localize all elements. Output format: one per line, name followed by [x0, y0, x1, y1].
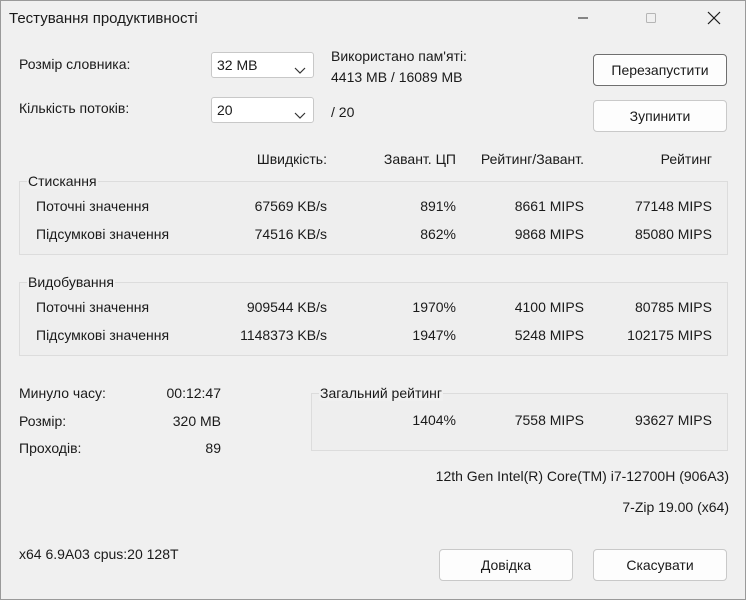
- compression-total-cpu: 862%: [420, 226, 456, 242]
- chevron-down-icon: [294, 107, 306, 123]
- thread-count-label: Кількість потоків:: [19, 100, 130, 116]
- decompression-total-cpu: 1947%: [412, 327, 456, 343]
- elapsed-time-value: 00:12:47: [166, 385, 222, 401]
- help-button[interactable]: Довідка: [439, 549, 573, 581]
- decompression-total-rating: 102175 MIPS: [627, 327, 712, 343]
- elapsed-time-label: Минуло часу:: [19, 385, 106, 401]
- cancel-button[interactable]: Скасувати: [593, 549, 727, 581]
- column-speed: Швидкість:: [256, 151, 327, 167]
- compression-current-cpu: 891%: [420, 198, 456, 214]
- memory-used-value: 4413 MB / 16089 MB: [331, 69, 463, 85]
- dictionary-size-label: Розмір словника:: [19, 56, 131, 72]
- minimize-button[interactable]: [560, 1, 606, 35]
- decompression-current-rating: 80785 MIPS: [634, 299, 712, 315]
- compression-group: [19, 181, 728, 255]
- close-icon: [707, 11, 721, 25]
- compression-total-rpu: 9868 MIPS: [514, 226, 584, 242]
- column-rating: Рейтинг: [660, 151, 712, 167]
- column-cpu-usage: Завант. ЦП: [383, 151, 456, 167]
- passes-value: 89: [205, 440, 221, 456]
- compression-total-label: Підсумкові значення: [36, 226, 170, 242]
- decompression-label: Видобування: [27, 274, 115, 290]
- thread-total: / 20: [331, 104, 355, 120]
- stop-button[interactable]: Зупинити: [593, 100, 727, 132]
- column-rating-per-usage: Рейтинг/Завант.: [480, 151, 584, 167]
- compression-label: Стискання: [27, 173, 98, 189]
- dictionary-size-select[interactable]: 32 MB: [211, 52, 314, 78]
- maximize-button: [628, 1, 674, 35]
- dictionary-size-value: 32 MB: [217, 57, 258, 73]
- total-rpu: 7558 MIPS: [514, 412, 584, 428]
- restart-button[interactable]: Перезапустити: [593, 54, 727, 86]
- compression-current-rpu: 8661 MIPS: [514, 198, 584, 214]
- compression-current-label: Поточні значення: [36, 198, 150, 214]
- decompression-total-label: Підсумкові значення: [36, 327, 170, 343]
- cpu-name: 12th Gen Intel(R) Core(TM) i7-12700H (90…: [435, 468, 729, 484]
- title-bar: Тестування продуктивності: [1, 1, 745, 35]
- close-button[interactable]: [691, 1, 737, 35]
- decompression-current-speed: 909544 KB/s: [246, 299, 327, 315]
- decompression-group: [19, 282, 728, 356]
- chevron-down-icon: [294, 62, 306, 78]
- compression-total-rating: 85080 MIPS: [634, 226, 712, 242]
- thread-count-select[interactable]: 20: [211, 97, 314, 123]
- passes-label: Проходів:: [19, 440, 82, 456]
- window-title: Тестування продуктивності: [9, 10, 198, 27]
- memory-used-label: Використано пам'яті:: [331, 48, 467, 64]
- minimize-icon: [577, 12, 589, 24]
- total-rating: 93627 MIPS: [634, 412, 712, 428]
- thread-count-value: 20: [217, 102, 233, 118]
- benchmark-window: Тестування продуктивності Розмір словник…: [0, 0, 746, 600]
- decompression-total-rpu: 5248 MIPS: [514, 327, 584, 343]
- decompression-current-cpu: 1970%: [412, 299, 456, 315]
- maximize-icon: [645, 12, 657, 24]
- compression-total-speed: 74516 KB/s: [254, 226, 327, 242]
- total-rating-label: Загальний рейтинг: [319, 385, 444, 401]
- size-value: 320 MB: [172, 413, 221, 429]
- build-info: x64 6.9A03 cpus:20 128T: [19, 546, 179, 562]
- version-info: 7-Zip 19.00 (x64): [622, 499, 729, 515]
- decompression-current-rpu: 4100 MIPS: [514, 299, 584, 315]
- total-cpu: 1404%: [412, 412, 456, 428]
- compression-current-speed: 67569 KB/s: [254, 198, 327, 214]
- compression-current-rating: 77148 MIPS: [634, 198, 712, 214]
- decompression-total-speed: 1148373 KB/s: [240, 327, 327, 343]
- decompression-current-label: Поточні значення: [36, 299, 150, 315]
- size-label: Розмір:: [19, 413, 67, 429]
